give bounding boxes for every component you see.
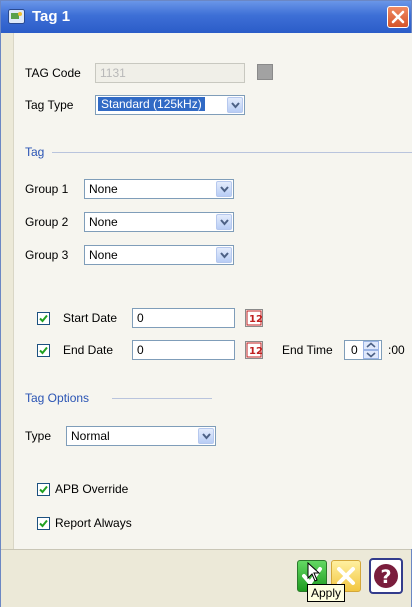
group-1-value: None xyxy=(89,182,118,196)
apb-override-checkbox[interactable] xyxy=(37,483,50,496)
end-date-calendar-button[interactable]: 12 xyxy=(245,341,263,359)
tag-section-divider xyxy=(52,152,412,153)
start-date-field[interactable]: 0 xyxy=(132,308,235,328)
tag-options-section-title: Tag Options xyxy=(25,391,90,405)
chevron-down-icon xyxy=(231,102,240,109)
tag-options-divider xyxy=(112,398,212,399)
group-3-dropdown-arrow[interactable] xyxy=(216,247,232,263)
apply-tooltip: Apply xyxy=(307,584,346,602)
checkmark-icon xyxy=(39,485,48,494)
type-dropdown[interactable]: Normal xyxy=(66,426,216,446)
chevron-down-icon xyxy=(220,186,229,193)
tag-section-title: Tag xyxy=(25,145,45,159)
group-2-label: Group 2 xyxy=(25,215,69,229)
tag-code-label: TAG Code xyxy=(25,66,81,80)
calendar-icon: 12 xyxy=(246,310,263,326)
checkmark-icon xyxy=(39,314,48,323)
calendar-icon: 12 xyxy=(246,342,263,358)
group-2-dropdown[interactable]: None xyxy=(84,212,234,232)
type-value: Normal xyxy=(71,429,110,443)
group-3-value: None xyxy=(89,248,118,262)
group-1-dropdown-arrow[interactable] xyxy=(216,181,232,197)
apb-override-label: APB Override xyxy=(55,482,129,496)
end-time-value: 0 xyxy=(351,343,358,357)
start-date-label: Start Date xyxy=(63,311,118,325)
close-icon xyxy=(391,10,405,24)
tag-code-color-swatch[interactable] xyxy=(257,64,273,80)
end-date-checkbox[interactable] xyxy=(37,344,50,357)
group-1-label: Group 1 xyxy=(25,182,69,196)
title-bar[interactable]: Tag 1 xyxy=(1,1,411,33)
mouse-pointer-icon xyxy=(307,562,321,582)
svg-text:?: ? xyxy=(380,566,391,588)
tag-type-dropdown[interactable]: Standard (125kHz) xyxy=(95,95,245,115)
end-time-suffix: :00 xyxy=(388,343,405,357)
dialog-body: TAG Code 1131 Tag Type Standard (125kHz)… xyxy=(13,33,412,549)
type-dropdown-arrow[interactable] xyxy=(198,428,214,444)
svg-text:12: 12 xyxy=(249,314,262,325)
window-title: Tag 1 xyxy=(32,8,71,25)
chevron-down-icon xyxy=(202,433,211,440)
group-2-value: None xyxy=(89,215,118,229)
chevron-down-icon xyxy=(220,219,229,226)
spinner-arrows-icon xyxy=(363,341,379,359)
end-time-spinner[interactable] xyxy=(363,341,379,359)
start-date-checkbox[interactable] xyxy=(37,312,50,325)
end-time-label: End Time xyxy=(282,343,333,357)
group-3-label: Group 3 xyxy=(25,248,69,262)
tag-type-dropdown-arrow[interactable] xyxy=(227,97,243,113)
close-button[interactable] xyxy=(387,6,409,28)
tag-app-icon xyxy=(8,9,25,24)
dialog-footer: ? Apply xyxy=(1,549,411,607)
svg-text:12: 12 xyxy=(249,346,262,357)
help-icon: ? xyxy=(374,564,398,588)
group-1-dropdown[interactable]: None xyxy=(84,179,234,199)
tag-dialog: Tag 1 TAG Code 1131 Tag Type Standard (1… xyxy=(0,0,412,607)
tag-type-selected-value: Standard (125kHz) xyxy=(98,97,205,111)
tag-code-field[interactable]: 1131 xyxy=(95,63,245,83)
start-date-calendar-button[interactable]: 12 xyxy=(245,309,263,327)
checkmark-icon xyxy=(39,346,48,355)
checkmark-icon xyxy=(39,519,48,528)
report-always-label: Report Always xyxy=(55,516,132,530)
help-button[interactable]: ? xyxy=(369,558,403,594)
report-always-checkbox[interactable] xyxy=(37,517,50,530)
tag-type-label: Tag Type xyxy=(25,98,74,112)
type-label: Type xyxy=(25,429,52,443)
group-2-dropdown-arrow[interactable] xyxy=(216,214,232,230)
end-date-label: End Date xyxy=(63,343,114,357)
chevron-down-icon xyxy=(220,252,229,259)
group-3-dropdown[interactable]: None xyxy=(84,245,234,265)
end-date-field[interactable]: 0 xyxy=(132,340,235,360)
